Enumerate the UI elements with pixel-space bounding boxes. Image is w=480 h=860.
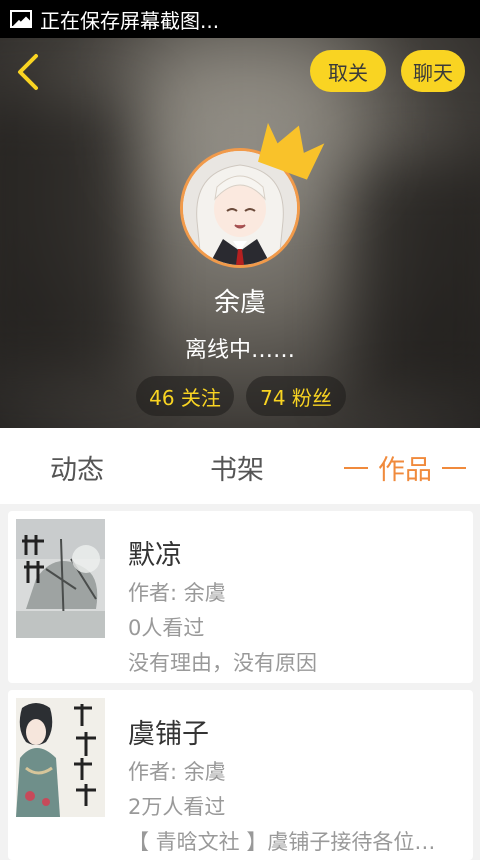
tab-works-label: 作品: [378, 455, 432, 486]
online-status: 离线中……: [184, 338, 295, 363]
book-cover: [16, 519, 105, 638]
unfollow-button[interactable]: 取关: [310, 50, 386, 92]
tab-bookshelf[interactable]: 书架: [210, 448, 264, 487]
status-bar-text: 正在保存屏幕截图...: [40, 8, 220, 33]
work-author: 作者: 余虞: [128, 581, 226, 605]
work-description: 没有理由，没有原因: [128, 651, 317, 675]
back-icon[interactable]: [14, 52, 44, 92]
tab-activity[interactable]: 动态: [50, 448, 104, 487]
tab-works[interactable]: 作品: [334, 448, 476, 487]
screenshot-icon: [10, 10, 32, 28]
username: 余虞: [213, 288, 266, 318]
following-count[interactable]: 46 关注: [136, 376, 234, 416]
work-title[interactable]: 默凉: [128, 533, 182, 572]
work-description: 【 青晗文社 】虞铺子接待各位…: [128, 830, 436, 854]
work-views: 2万人看过: [128, 795, 226, 819]
work-card[interactable]: 默凉 作者: 余虞 0人看过 没有理由，没有原因: [8, 511, 473, 683]
work-author: 作者: 余虞: [128, 760, 226, 784]
work-title[interactable]: 虞铺子: [128, 712, 209, 751]
tab-bar: 动态 书架 作品: [0, 428, 480, 504]
status-bar: 正在保存屏幕截图...: [0, 0, 480, 38]
book-cover: [16, 698, 105, 817]
work-card[interactable]: 虞铺子 作者: 余虞 2万人看过 【 青晗文社 】虞铺子接待各位…: [8, 690, 473, 860]
chat-button[interactable]: 聊天: [401, 50, 465, 92]
fans-count[interactable]: 74 粉丝: [246, 376, 346, 416]
work-views: 0人看过: [128, 616, 205, 640]
